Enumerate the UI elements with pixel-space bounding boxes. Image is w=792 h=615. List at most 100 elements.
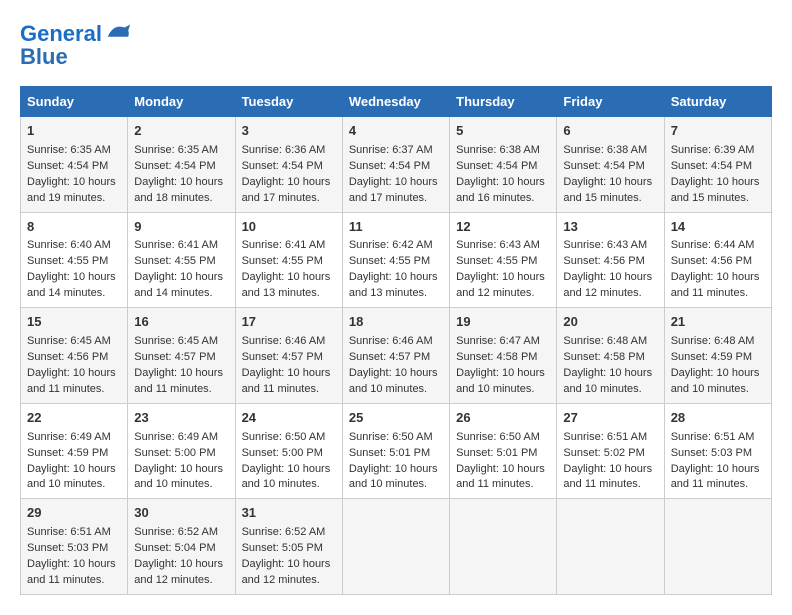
sunrise-text: Sunrise: 6:50 AM — [456, 431, 540, 443]
calendar-header-row: SundayMondayTuesdayWednesdayThursdayFrid… — [21, 87, 772, 117]
calendar-day-cell: 14Sunrise: 6:44 AMSunset: 4:56 PMDayligh… — [664, 212, 771, 308]
calendar-week-row: 15 Sunrise: 6:45 AM Sunset: 4:56 PM Dayligh… — [21, 308, 772, 404]
calendar-day-cell: 26Sunrise: 6:50 AMSunset: 5:01 PMDayligh… — [450, 403, 557, 499]
sunset-text: Sunset: 4:59 PM — [671, 351, 752, 363]
calendar-day-header: Wednesday — [342, 87, 449, 117]
sunset-text: Sunset: 4:54 PM — [349, 160, 430, 172]
sunrise-text: Sunrise: 6:50 AM — [242, 431, 326, 443]
calendar-day-cell: 28Sunrise: 6:51 AMSunset: 5:03 PMDayligh… — [664, 403, 771, 499]
day-number: 24 — [242, 409, 336, 428]
sunset-text: Sunset: 4:54 PM — [134, 160, 215, 172]
daylight-label: Daylight: 10 hours and 11 minutes. — [242, 367, 331, 395]
daylight-label: Daylight: 10 hours and 18 minutes. — [134, 176, 223, 204]
day-number: 26 — [456, 409, 550, 428]
sunset-text: Sunset: 4:57 PM — [242, 351, 323, 363]
day-number: 2 — [134, 122, 228, 141]
calendar-day-cell: 8 Sunrise: 6:40 AM Sunset: 4:55 PM Daylight… — [21, 212, 128, 308]
day-number: 25 — [349, 409, 443, 428]
calendar-day-cell: 27Sunrise: 6:51 AMSunset: 5:02 PMDayligh… — [557, 403, 664, 499]
sunrise-text: Sunrise: 6:45 AM — [27, 335, 111, 347]
day-number: 14 — [671, 218, 765, 237]
logo-text: General — [20, 22, 102, 46]
sunset-text: Sunset: 4:56 PM — [27, 351, 108, 363]
day-number: 23 — [134, 409, 228, 428]
sunrise-text: Sunrise: 6:36 AM — [242, 144, 326, 156]
day-number: 13 — [563, 218, 657, 237]
sunset-text: Sunset: 4:54 PM — [563, 160, 644, 172]
day-number: 3 — [242, 122, 336, 141]
calendar-day-cell: 30Sunrise: 6:52 AMSunset: 5:04 PMDayligh… — [128, 499, 235, 595]
sunset-text: Sunset: 4:57 PM — [349, 351, 430, 363]
sunrise-text: Sunrise: 6:41 AM — [134, 239, 218, 251]
daylight-label: Daylight: 10 hours and 12 minutes. — [563, 271, 652, 299]
daylight-label: Daylight: 10 hours and 10 minutes. — [27, 463, 116, 491]
day-number: 15 — [27, 313, 121, 332]
day-number: 4 — [349, 122, 443, 141]
daylight-label: Daylight: 10 hours and 11 minutes. — [456, 463, 545, 491]
day-number: 18 — [349, 313, 443, 332]
day-number: 8 — [27, 218, 121, 237]
sunset-text: Sunset: 4:55 PM — [27, 255, 108, 267]
day-number: 29 — [27, 504, 121, 523]
sunset-text: Sunset: 5:02 PM — [563, 447, 644, 459]
calendar-day-cell: 21Sunrise: 6:48 AMSunset: 4:59 PMDayligh… — [664, 308, 771, 404]
calendar-day-cell: 25Sunrise: 6:50 AMSunset: 5:01 PMDayligh… — [342, 403, 449, 499]
sunset-text: Sunset: 5:01 PM — [349, 447, 430, 459]
sunrise-text: Sunrise: 6:44 AM — [671, 239, 755, 251]
day-number: 7 — [671, 122, 765, 141]
sunrise-text: Sunrise: 6:35 AM — [134, 144, 218, 156]
calendar-day-cell: 19Sunrise: 6:47 AMSunset: 4:58 PMDayligh… — [450, 308, 557, 404]
daylight-label: Daylight: 10 hours and 12 minutes. — [456, 271, 545, 299]
calendar-day-header: Saturday — [664, 87, 771, 117]
calendar-day-cell: 2 Sunrise: 6:35 AM Sunset: 4:54 PM Daylight… — [128, 117, 235, 213]
calendar-day-cell: 10Sunrise: 6:41 AMSunset: 4:55 PMDayligh… — [235, 212, 342, 308]
calendar-day-header: Sunday — [21, 87, 128, 117]
logo-icon — [104, 20, 132, 48]
daylight-label: Daylight: 10 hours and 13 minutes. — [242, 271, 331, 299]
daylight-label: Daylight: 10 hours and 17 minutes. — [242, 176, 331, 204]
daylight-label: Daylight: 10 hours and 14 minutes. — [27, 271, 116, 299]
daylight-label: Daylight: 10 hours and 10 minutes. — [349, 367, 438, 395]
sunset-text: Sunset: 4:56 PM — [563, 255, 644, 267]
daylight-label: Daylight: 10 hours and 11 minutes. — [563, 463, 652, 491]
sunset-text: Sunset: 4:57 PM — [134, 351, 215, 363]
sunrise-text: Sunrise: 6:51 AM — [27, 526, 111, 538]
sunrise-text: Sunrise: 6:46 AM — [349, 335, 433, 347]
day-number: 5 — [456, 122, 550, 141]
calendar-day-cell: 3Sunrise: 6:36 AMSunset: 4:54 PMDaylight… — [235, 117, 342, 213]
calendar-day-cell: 18 Sunrise: 6:46 AM Sunset: 4:57 PM Dayligh… — [342, 308, 449, 404]
day-number: 30 — [134, 504, 228, 523]
day-number: 19 — [456, 313, 550, 332]
daylight-label: Daylight: 10 hours and 11 minutes. — [27, 367, 116, 395]
calendar-day-header: Tuesday — [235, 87, 342, 117]
calendar-week-row: 1Sunrise: 6:35 AMSunset: 4:54 PMDaylight… — [21, 117, 772, 213]
sunrise-text: Sunrise: 6:37 AM — [349, 144, 433, 156]
calendar-table: SundayMondayTuesdayWednesdayThursdayFrid… — [20, 86, 772, 595]
sunset-text: Sunset: 5:03 PM — [671, 447, 752, 459]
sunset-text: Sunset: 4:58 PM — [456, 351, 537, 363]
calendar-day-cell: 15 Sunrise: 6:45 AM Sunset: 4:56 PM Dayligh… — [21, 308, 128, 404]
sunrise-text: Sunrise: 6:35 AM — [27, 144, 111, 156]
calendar-day-cell: 12Sunrise: 6:43 AMSunset: 4:55 PMDayligh… — [450, 212, 557, 308]
calendar-day-cell — [664, 499, 771, 595]
sunrise-text: Sunrise: 6:49 AM — [27, 431, 111, 443]
day-number: 17 — [242, 313, 336, 332]
calendar-day-cell: 24Sunrise: 6:50 AMSunset: 5:00 PMDayligh… — [235, 403, 342, 499]
calendar-day-cell: 9Sunrise: 6:41 AMSunset: 4:55 PMDaylight… — [128, 212, 235, 308]
calendar-day-cell — [450, 499, 557, 595]
sunrise-text: Sunrise: 6:45 AM — [134, 335, 218, 347]
sunrise-text: Sunrise: 6:40 AM — [27, 239, 111, 251]
daylight-label: Daylight: 10 hours and 10 minutes. — [349, 463, 438, 491]
day-number: 20 — [563, 313, 657, 332]
day-number: 28 — [671, 409, 765, 428]
sunset-text: Sunset: 5:03 PM — [27, 542, 108, 554]
sunrise-text: Sunrise: 6:39 AM — [671, 144, 755, 156]
calendar-day-cell: 16Sunrise: 6:45 AMSunset: 4:57 PMDayligh… — [128, 308, 235, 404]
calendar-day-cell: 5Sunrise: 6:38 AMSunset: 4:54 PMDaylight… — [450, 117, 557, 213]
sunrise-text: Sunrise: 6:52 AM — [242, 526, 326, 538]
daylight-label: Daylight: 10 hours and 16 minutes. — [456, 176, 545, 204]
sunrise-text: Sunrise: 6:52 AM — [134, 526, 218, 538]
calendar-week-row: 29Sunrise: 6:51 AMSunset: 5:03 PMDayligh… — [21, 499, 772, 595]
sunset-text: Sunset: 5:00 PM — [242, 447, 323, 459]
calendar-day-cell: 20Sunrise: 6:48 AMSunset: 4:58 PMDayligh… — [557, 308, 664, 404]
